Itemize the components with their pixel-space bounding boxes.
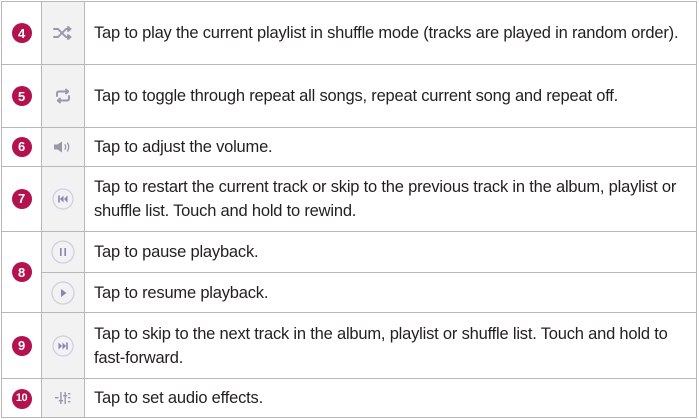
row-description: Tap to restart the current track or skip…	[84, 165, 697, 233]
row-number-badge: 6	[11, 136, 32, 157]
row-description: Tap to set audio effects.	[84, 378, 697, 418]
row-description: Tap to pause playback.	[84, 231, 697, 274]
table-row: 9 Tap to skip to the next track in the a…	[1, 312, 697, 380]
pause-icon	[51, 240, 75, 264]
table-row: 10 Tap to set audio effects.	[1, 378, 697, 418]
table-row: Tap to resume playback.	[2, 272, 697, 314]
row-number-badge: 8	[11, 262, 32, 283]
row-number-badge: 4	[11, 23, 32, 44]
row-description: Tap to toggle through repeat all songs, …	[84, 64, 697, 128]
volume-icon	[54, 141, 70, 153]
repeat-icon	[56, 88, 70, 104]
table-row: 8 Tap to pause playback.	[1, 231, 697, 314]
row-number-badge: 7	[11, 188, 32, 209]
table-row: 6 Tap to adjust the volume.	[1, 126, 697, 167]
row-number-badge: 9	[11, 335, 32, 356]
row-description: Tap to skip to the next track in the alb…	[84, 312, 697, 380]
play-icon	[51, 281, 75, 305]
row-description: Tap to resume playback.	[84, 272, 697, 314]
row-number-badge: 10	[11, 388, 32, 409]
audio-effects-icon	[55, 392, 71, 404]
table-row: 4 Tap to play the current playlist in sh…	[1, 0, 697, 66]
next-track-icon	[52, 335, 74, 357]
table-row: 7 Tap to restart the current track or sk…	[1, 165, 697, 233]
row-number-badge: 5	[11, 86, 32, 107]
row-description: Tap to adjust the volume.	[84, 126, 697, 167]
icon-reference-table: 4 Tap to play the current playlist in sh…	[1, 0, 697, 418]
row-description: Tap to play the current playlist in shuf…	[84, 0, 697, 66]
previous-track-icon	[52, 188, 74, 210]
table-row: 5 Tap to toggle through repeat all songs…	[1, 64, 697, 128]
shuffle-icon	[53, 26, 72, 41]
